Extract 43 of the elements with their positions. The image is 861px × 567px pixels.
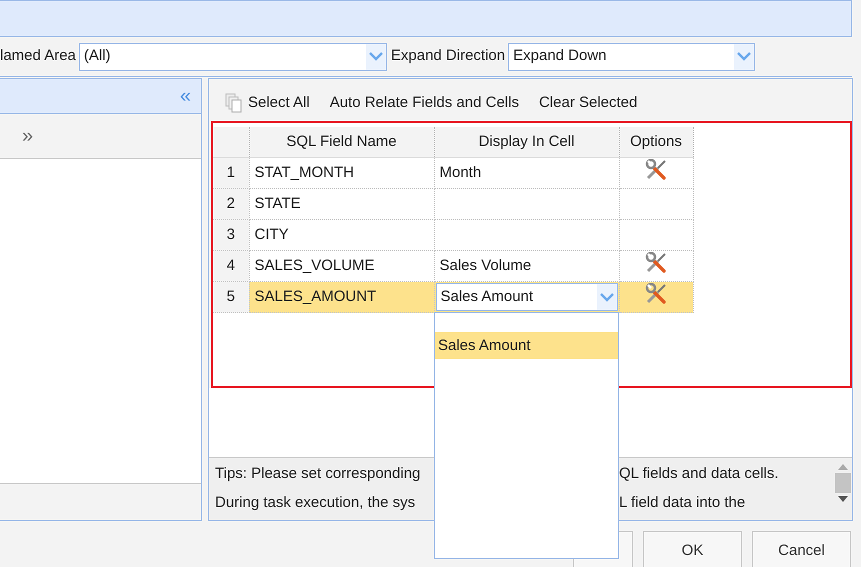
scroll-down-icon[interactable] — [838, 496, 848, 502]
toolbar-button[interactable]: Select All — [224, 92, 310, 114]
table-cell[interactable]: SALES_AMOUNT — [249, 282, 434, 313]
row-number: 2 — [213, 188, 249, 220]
tip-text: Tips: Please set corresponding — [214, 464, 422, 484]
chevron-down-icon[interactable] — [596, 284, 616, 310]
table-row[interactable]: 3 CITY — [213, 220, 693, 251]
dialog-button[interactable]: OK — [643, 531, 742, 567]
toolbar-button[interactable]: Clear Selected — [538, 92, 638, 114]
toolbar-button[interactable]: Auto Relate Fields and Cells — [330, 92, 519, 114]
scroll-up-icon[interactable] — [838, 464, 848, 470]
table-row[interactable]: 1 STAT_MONTH Month — [213, 158, 693, 189]
expand-button[interactable]: » — [22, 121, 34, 151]
select-field[interactable]: (All) — [78, 42, 387, 70]
column-header[interactable]: Options — [619, 126, 693, 158]
dropdown-option[interactable]: Sales Amount — [435, 332, 618, 359]
tools-icon[interactable] — [645, 158, 667, 181]
select-field[interactable]: Expand Down — [508, 42, 756, 70]
tip-text: During task execution, the sys — [214, 493, 416, 514]
select-field[interactable]: Sales Amount — [436, 283, 618, 312]
scroll-thumb[interactable] — [835, 473, 851, 494]
dialog-button[interactable]: Cancel — [752, 531, 851, 567]
table-cell[interactable]: STATE — [249, 188, 434, 220]
row-number: 3 — [213, 220, 249, 251]
table-row[interactable]: 5 SALES_AMOUNT Sales Amount — [213, 282, 693, 313]
field-label: lamed Area — [0, 46, 76, 66]
tip-text: L field data into the — [618, 493, 746, 514]
tip-text: QL fields and data cells. — [618, 464, 780, 484]
tools-icon[interactable] — [645, 252, 667, 274]
tools-icon[interactable] — [645, 282, 667, 305]
column-header[interactable]: Display In Cell — [434, 126, 619, 158]
table-cell[interactable]: STAT_MONTH — [249, 158, 434, 189]
copy-icon — [224, 92, 244, 113]
row-number: 4 — [213, 250, 249, 282]
chevron-down-icon[interactable] — [366, 44, 386, 70]
table-cell: Month — [434, 158, 619, 189]
field-label: Expand Direction — [390, 46, 506, 66]
table-cell[interactable]: CITY — [249, 220, 434, 251]
row-number: 5 — [213, 282, 249, 313]
chevron-down-icon[interactable] — [734, 44, 754, 70]
row-number: 1 — [213, 158, 249, 189]
column-header[interactable]: SQL Field Name — [249, 126, 434, 158]
table-row[interactable]: 2 STATE — [213, 188, 693, 220]
